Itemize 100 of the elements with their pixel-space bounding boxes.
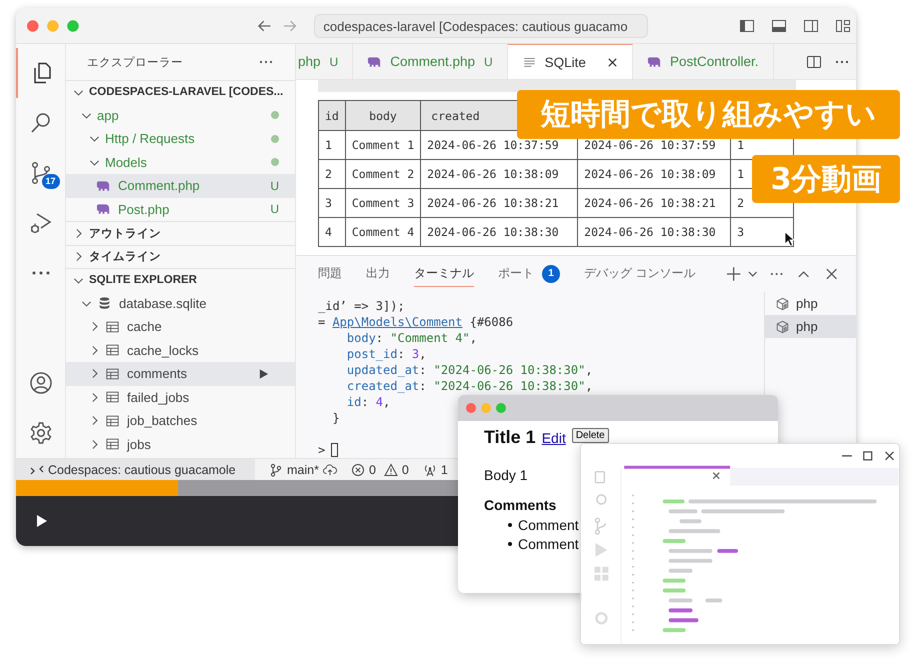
panel-tab[interactable]: ターミナル bbox=[414, 262, 474, 286]
cube-icon bbox=[775, 320, 790, 334]
tree-item[interactable]: Models bbox=[66, 150, 295, 174]
delete-button[interactable]: Delete bbox=[572, 428, 609, 443]
table-cell: 2024-06-26 10:38:30 bbox=[420, 218, 578, 246]
panel-layout-icon[interactable] bbox=[771, 18, 788, 34]
table-cell: 2024-06-26 10:38:09 bbox=[420, 160, 578, 188]
elephant-icon bbox=[367, 54, 382, 68]
caption-badge: 3分動画 bbox=[752, 155, 900, 203]
terminal-line: created_at: "2024-06-26 10:38:30", bbox=[346, 378, 593, 394]
split-editor-icon[interactable] bbox=[806, 54, 822, 70]
bullet-icon bbox=[508, 542, 512, 546]
section-header[interactable]: CODESPACES-LARAVEL [CODES... bbox=[66, 80, 295, 104]
problems-indicator[interactable]: 0 0 bbox=[346, 462, 409, 476]
elephant-icon bbox=[96, 202, 111, 216]
elephant-icon bbox=[646, 54, 662, 68]
table-icon bbox=[105, 437, 120, 452]
branch-icon bbox=[269, 462, 283, 476]
editor-tab[interactable]: SQLite bbox=[508, 44, 633, 79]
play-icon[interactable] bbox=[36, 514, 48, 528]
terminal-line: body: "Comment 4", bbox=[346, 330, 477, 346]
tree-item[interactable]: failed_jobs bbox=[66, 386, 295, 409]
tree-item[interactable]: jobs bbox=[66, 432, 295, 456]
elephant-icon bbox=[96, 178, 111, 193]
account-icon[interactable] bbox=[28, 371, 52, 395]
error-icon bbox=[350, 462, 365, 476]
terminal-item[interactable]: php bbox=[765, 315, 856, 338]
ports-indicator[interactable]: 1 bbox=[418, 462, 448, 476]
tree-item[interactable]: cache bbox=[66, 315, 295, 338]
sidebar-title: エクスプローラー bbox=[87, 55, 183, 70]
sidebar-layout-icon[interactable] bbox=[739, 18, 756, 34]
run-debug-icon[interactable] bbox=[28, 211, 52, 235]
remote-icon bbox=[30, 462, 44, 476]
search-icon[interactable] bbox=[28, 111, 52, 135]
post-body: Body 1 bbox=[484, 466, 529, 485]
terminal-item[interactable]: php bbox=[765, 292, 856, 315]
git-status: U bbox=[330, 54, 338, 68]
terminal-line: _id’ => 3]); bbox=[318, 298, 405, 314]
table-icon bbox=[105, 343, 120, 358]
plus-icon[interactable] bbox=[726, 266, 742, 282]
tree-item[interactable]: Http / Requests bbox=[66, 127, 295, 150]
terminal-line: updated_at: "2024-06-26 10:38:30", bbox=[346, 362, 593, 378]
remote-indicator[interactable]: Codespaces: cautious guacamole bbox=[16, 459, 255, 480]
settings-icon[interactable] bbox=[28, 421, 52, 445]
tree-item[interactable]: app bbox=[66, 104, 295, 127]
git-status: U bbox=[270, 178, 279, 193]
table-cell: 2024-06-26 10:38:21 bbox=[578, 188, 731, 218]
table-cell: 3 bbox=[318, 188, 346, 218]
branch-indicator[interactable]: main* bbox=[265, 462, 319, 476]
count-badge: 1 bbox=[542, 264, 560, 282]
column-header: id bbox=[318, 100, 346, 130]
editor-tab[interactable]: php U bbox=[296, 44, 354, 79]
table-cell: Comment 4 bbox=[345, 218, 421, 246]
panel-tab[interactable]: デバッグ コンソール bbox=[584, 262, 696, 286]
panel-tab[interactable]: ポート 1 bbox=[498, 262, 560, 286]
play-icon[interactable] bbox=[258, 368, 269, 380]
cursor-icon bbox=[331, 443, 338, 457]
terminal-line: } bbox=[332, 410, 340, 426]
section-header[interactable]: タイムライン bbox=[66, 244, 295, 268]
git-status: U bbox=[270, 202, 279, 216]
tree-item[interactable]: comments bbox=[66, 362, 295, 386]
comments-heading: Comments bbox=[484, 496, 558, 515]
close-icon[interactable] bbox=[824, 266, 839, 282]
tree-item[interactable]: cache_locks bbox=[66, 338, 295, 362]
mouse-pointer-icon bbox=[784, 231, 796, 247]
table-cell: 2024-06-26 10:38:09 bbox=[578, 160, 731, 188]
table-icon bbox=[105, 366, 120, 381]
panel-tab[interactable]: 問題 bbox=[318, 262, 342, 286]
comment-text: Comment bbox=[518, 536, 579, 552]
table-cell: Comment 2 bbox=[345, 160, 421, 188]
bullet-icon bbox=[508, 522, 512, 526]
database-icon bbox=[97, 296, 112, 310]
git-status: U bbox=[484, 54, 493, 68]
split-layout-icon[interactable] bbox=[803, 18, 820, 34]
tree-item[interactable]: database.sqlite bbox=[66, 292, 295, 315]
editor-tab[interactable]: PostController. bbox=[632, 44, 774, 79]
column-header: body bbox=[345, 100, 421, 130]
close-icon[interactable] bbox=[606, 56, 618, 68]
table-cell: Comment 1 bbox=[345, 130, 421, 160]
section-header[interactable]: アウトライン bbox=[66, 221, 295, 244]
panel-tab[interactable]: 出力 bbox=[366, 262, 390, 286]
cloud-upload-icon[interactable] bbox=[322, 462, 337, 476]
section-header[interactable]: SQLITE EXPLORER bbox=[66, 268, 295, 292]
table-cell: 2024-06-26 10:38:21 bbox=[420, 188, 578, 218]
tree-item[interactable]: Post.php U bbox=[66, 198, 295, 221]
tree-item[interactable]: job_batches bbox=[66, 409, 295, 432]
terminal-prompt: > bbox=[318, 443, 326, 457]
table-icon bbox=[105, 414, 120, 428]
lines-icon bbox=[522, 55, 537, 69]
count-badge: 17 bbox=[42, 174, 60, 189]
terminal-line: = App\Models\Comment {#6086 bbox=[318, 314, 514, 330]
command-center-field[interactable]: codespaces-laravel [Codespaces: cautious guacamo bbox=[314, 14, 648, 38]
window-controls-icon[interactable] bbox=[27, 20, 79, 32]
terminal-line: post_id: 3, bbox=[346, 346, 426, 362]
customize-layout-icon[interactable] bbox=[835, 18, 852, 34]
edit-link[interactable]: Edit bbox=[542, 430, 566, 446]
antenna-icon bbox=[422, 462, 437, 476]
page-title: Title 1 bbox=[484, 427, 536, 448]
comment-text: Comment bbox=[518, 516, 579, 532]
table-cell: Comment 3 bbox=[345, 188, 421, 218]
